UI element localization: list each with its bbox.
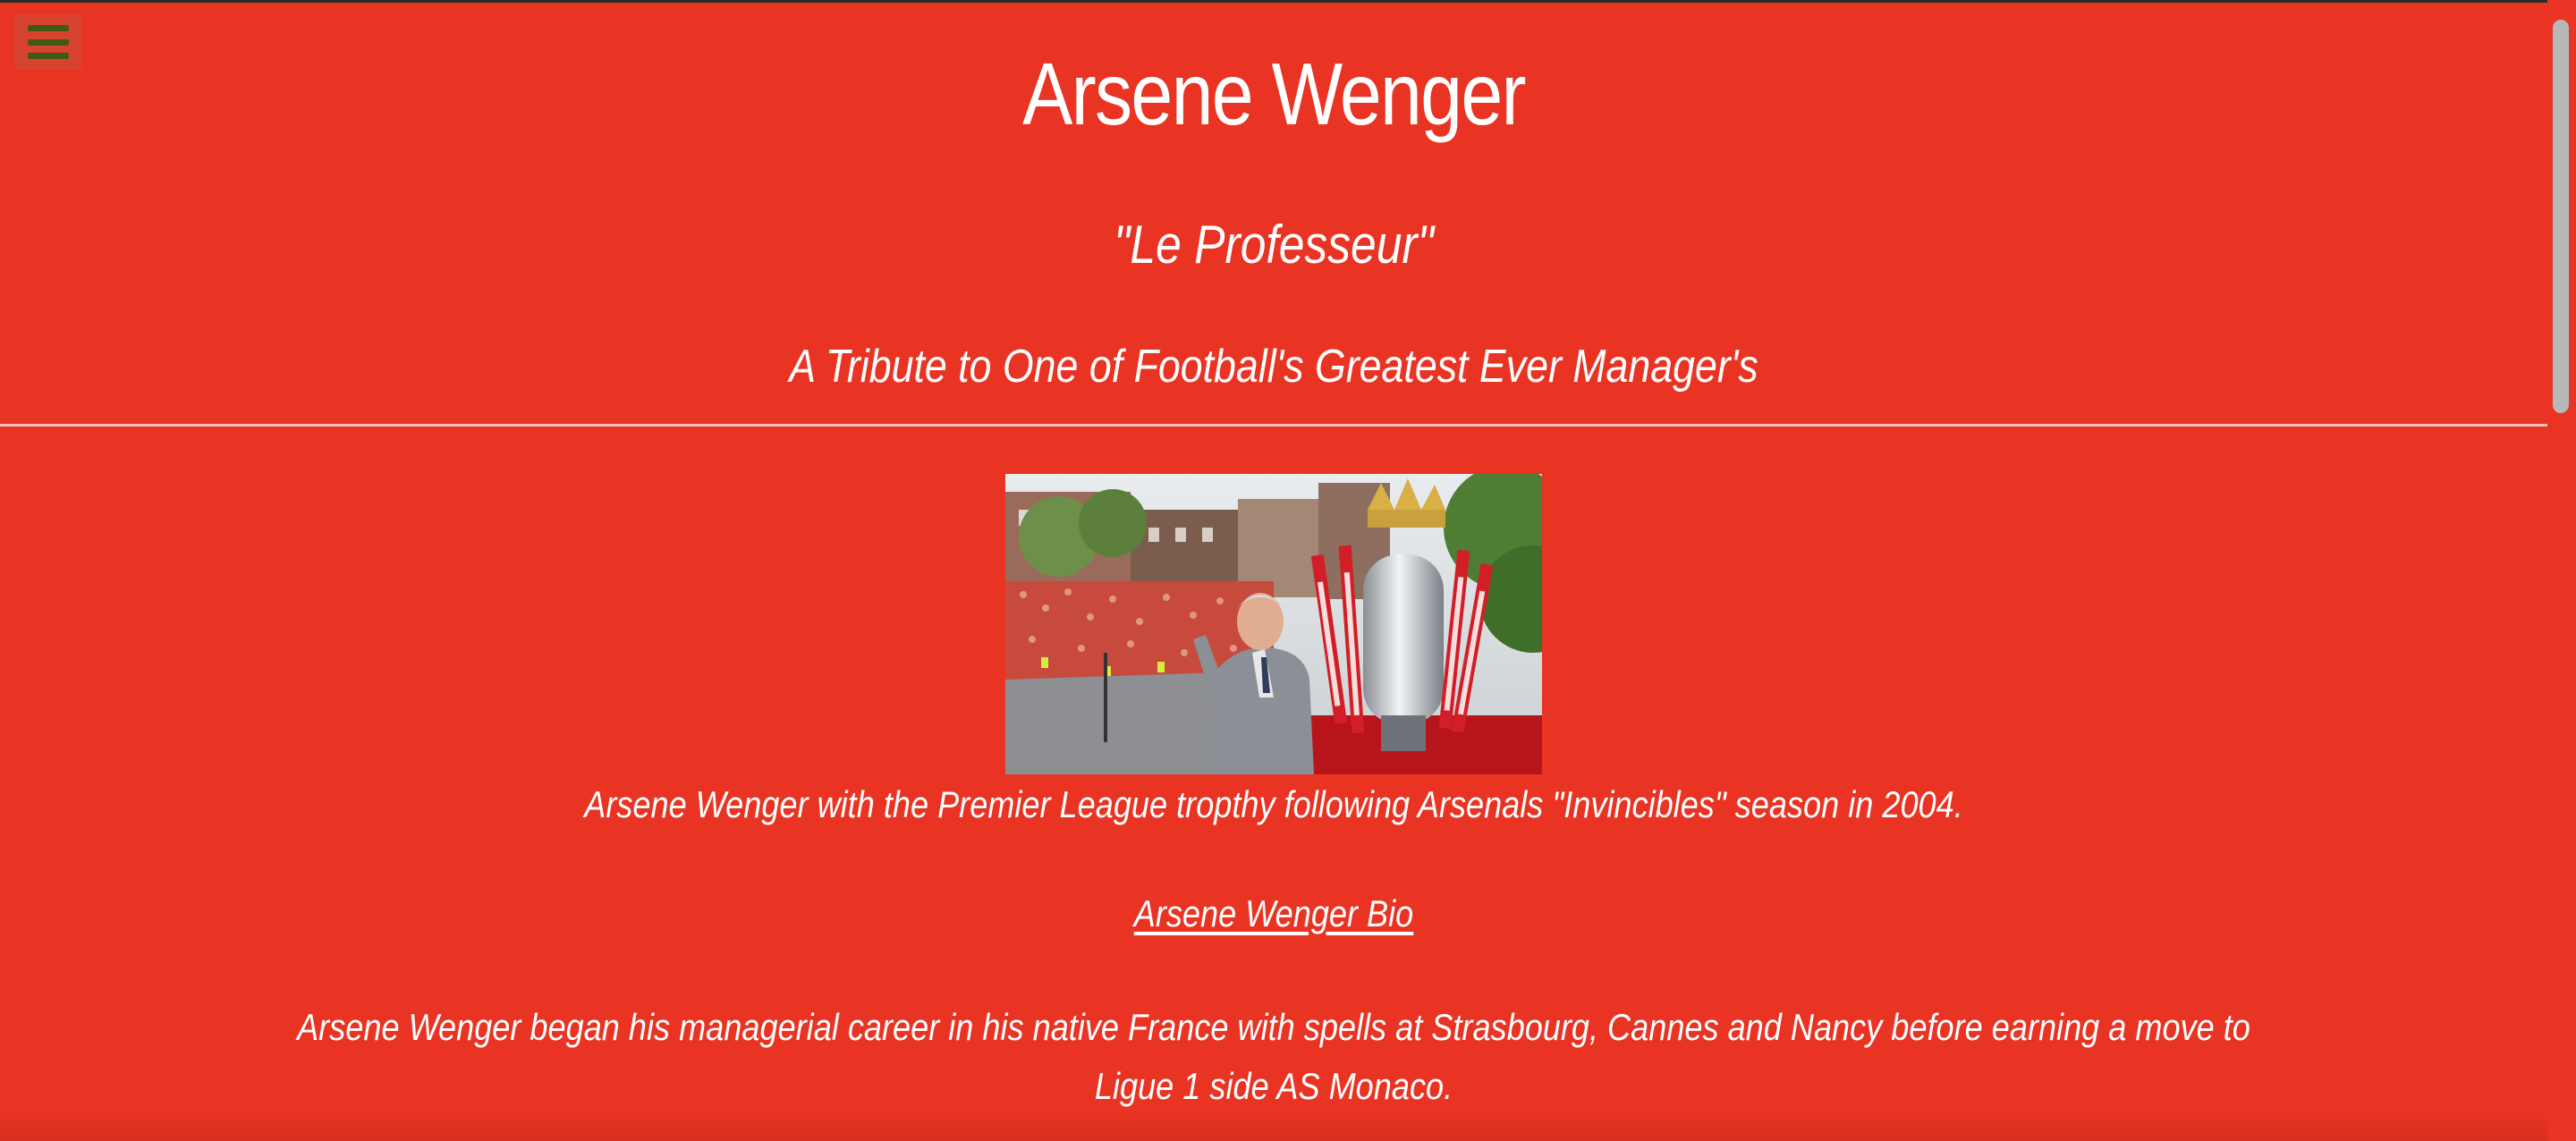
hamburger-menu-icon-bar <box>28 53 69 59</box>
wenger-trophy-photo <box>1005 474 1542 774</box>
photo-illustration <box>1005 474 1542 774</box>
page-tagline: A Tribute to One of Football's Greatest … <box>789 341 1758 393</box>
hamburger-menu-icon <box>28 25 69 31</box>
hamburger-menu-button[interactable] <box>14 14 82 70</box>
page-title: Arsene Wenger <box>1022 45 1526 143</box>
bio-link-container: Arsene Wenger Bio <box>178 885 2368 942</box>
page-subtitle: "Le Professeur" <box>1114 215 1434 275</box>
bottom-fade <box>0 1114 2547 1141</box>
window-top-border <box>0 0 2576 3</box>
browser-viewport: Arsene Wenger "Le Professeur" A Tribute … <box>0 0 2576 1141</box>
photo-caption: Arsene Wenger with the Premier League tr… <box>584 783 1963 825</box>
hamburger-menu-icon-bar <box>28 38 69 46</box>
scrollbar-thumb[interactable] <box>2553 20 2569 413</box>
bio-paragraph: Arsene Wenger began his managerial caree… <box>297 1006 2250 1107</box>
arsene-wenger-bio-link[interactable]: Arsene Wenger Bio <box>1134 892 1414 934</box>
header-divider <box>0 424 2547 427</box>
